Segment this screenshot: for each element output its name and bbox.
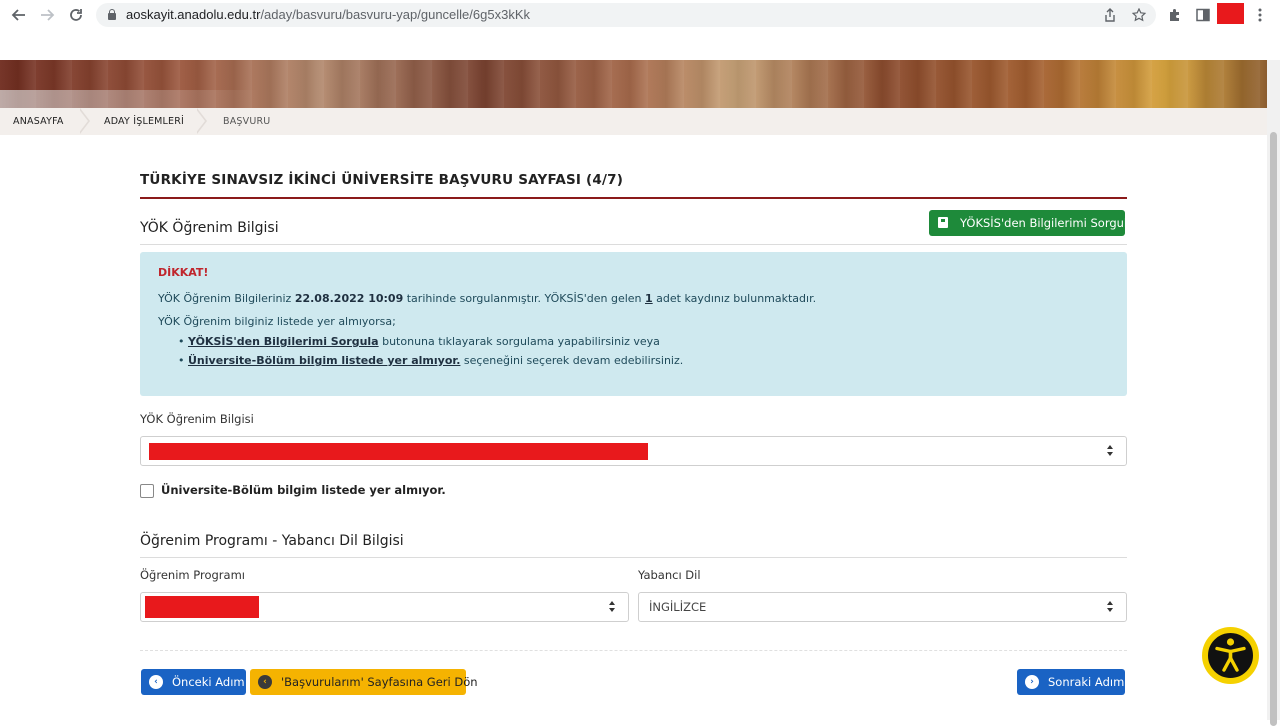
not-listed-checkbox-label[interactable]: Üniversite-Bölüm bilgim listede yer almı… xyxy=(161,483,446,497)
header-banner-image xyxy=(0,60,1267,108)
warning-alert: DİKKAT! YÖK Öğrenim Bilgileriniz 22.08.2… xyxy=(140,252,1127,396)
reload-icon[interactable] xyxy=(65,5,87,25)
language-select[interactable]: İNGİLİZCE xyxy=(638,592,1127,622)
arrow-right-circle-icon: › xyxy=(1025,675,1039,689)
share-icon[interactable] xyxy=(1101,6,1119,24)
accessibility-button[interactable] xyxy=(1202,627,1259,684)
accessibility-icon xyxy=(1206,631,1255,680)
menu-icon[interactable] xyxy=(1252,5,1268,25)
program-section-title: Öğrenim Programı - Yabancı Dil Bilgisi xyxy=(140,533,404,549)
side-panel-icon[interactable] xyxy=(1193,5,1213,25)
back-arrow-icon[interactable] xyxy=(8,5,30,25)
redacted-value xyxy=(145,596,259,618)
breadcrumb-item-candidate[interactable]: ADAY İŞLEMLERİ xyxy=(104,108,184,135)
alert-instruction: YÖK Öğrenim bilginiz listede yer almıyor… xyxy=(158,315,396,328)
redacted-value xyxy=(149,443,648,460)
select-caret-icon xyxy=(609,601,616,613)
alert-heading: DİKKAT! xyxy=(158,266,209,279)
yok-field-label: YÖK Öğrenim Bilgisi xyxy=(140,412,254,426)
query-yoksis-button[interactable]: YÖKSİS'den Bilgilerimi Sorgula xyxy=(929,210,1134,236)
save-icon xyxy=(937,216,951,230)
yok-education-select[interactable] xyxy=(140,436,1127,466)
profile-avatar-redacted[interactable] xyxy=(1217,3,1244,24)
program-section-divider xyxy=(140,557,1127,558)
program-select[interactable] xyxy=(140,592,629,622)
yok-section-divider xyxy=(140,244,1127,245)
forward-arrow-icon[interactable] xyxy=(36,5,58,25)
page-scrollbar[interactable] xyxy=(1267,60,1280,726)
extensions-icon[interactable] xyxy=(1165,5,1185,25)
actions-divider xyxy=(140,650,1127,651)
yok-section-title: YÖK Öğrenim Bilgisi xyxy=(140,220,279,236)
title-divider xyxy=(140,197,1127,199)
select-caret-icon xyxy=(1107,445,1114,457)
language-field-label: Yabancı Dil xyxy=(638,568,701,582)
breadcrumb: ANASAYFA ADAY İŞLEMLERİ BAŞVURU xyxy=(0,107,1267,135)
previous-step-button[interactable]: ‹ Önceki Adım xyxy=(141,669,246,695)
address-bar[interactable]: aoskayit.anadolu.edu.tr/aday/basvuru/bas… xyxy=(96,3,1156,27)
arrow-left-circle-icon: ‹ xyxy=(258,675,272,689)
program-field-label: Öğrenim Programı xyxy=(140,568,245,582)
alert-bullet-1: • YÖKSİS'den Bilgilerimi Sorgula butonun… xyxy=(178,335,660,348)
browser-toolbar: aoskayit.anadolu.edu.tr/aday/basvuru/bas… xyxy=(0,0,1280,30)
page-title: TÜRKİYE SINAVSIZ İKİNCİ ÜNİVERSİTE BAŞVU… xyxy=(140,172,624,188)
breadcrumb-item-application: BAŞVURU xyxy=(223,116,271,127)
next-step-button[interactable]: › Sonraki Adım xyxy=(1017,669,1125,695)
query-yoksis-link[interactable]: YÖKSİS'den Bilgilerimi Sorgula xyxy=(188,335,379,348)
back-to-applications-button[interactable]: ‹ 'Başvurularım' Sayfasına Geri Dön xyxy=(250,669,478,695)
not-listed-checkbox[interactable] xyxy=(140,484,154,498)
scrollbar-thumb[interactable] xyxy=(1270,132,1277,726)
arrow-left-circle-icon: ‹ xyxy=(149,675,163,689)
alert-bullet-2: • Üniversite-Bölüm bilgim listede yer al… xyxy=(178,354,684,367)
alert-query-info: YÖK Öğrenim Bilgileriniz 22.08.2022 10:0… xyxy=(158,292,817,305)
lock-icon[interactable] xyxy=(108,9,116,20)
select-caret-icon xyxy=(1107,601,1114,613)
breadcrumb-item-home[interactable]: ANASAYFA xyxy=(13,108,64,135)
star-icon[interactable] xyxy=(1130,6,1148,24)
url-text[interactable]: aoskayit.anadolu.edu.tr/aday/basvuru/bas… xyxy=(126,7,530,22)
not-listed-link[interactable]: Üniversite-Bölüm bilgim listede yer almı… xyxy=(188,354,460,367)
